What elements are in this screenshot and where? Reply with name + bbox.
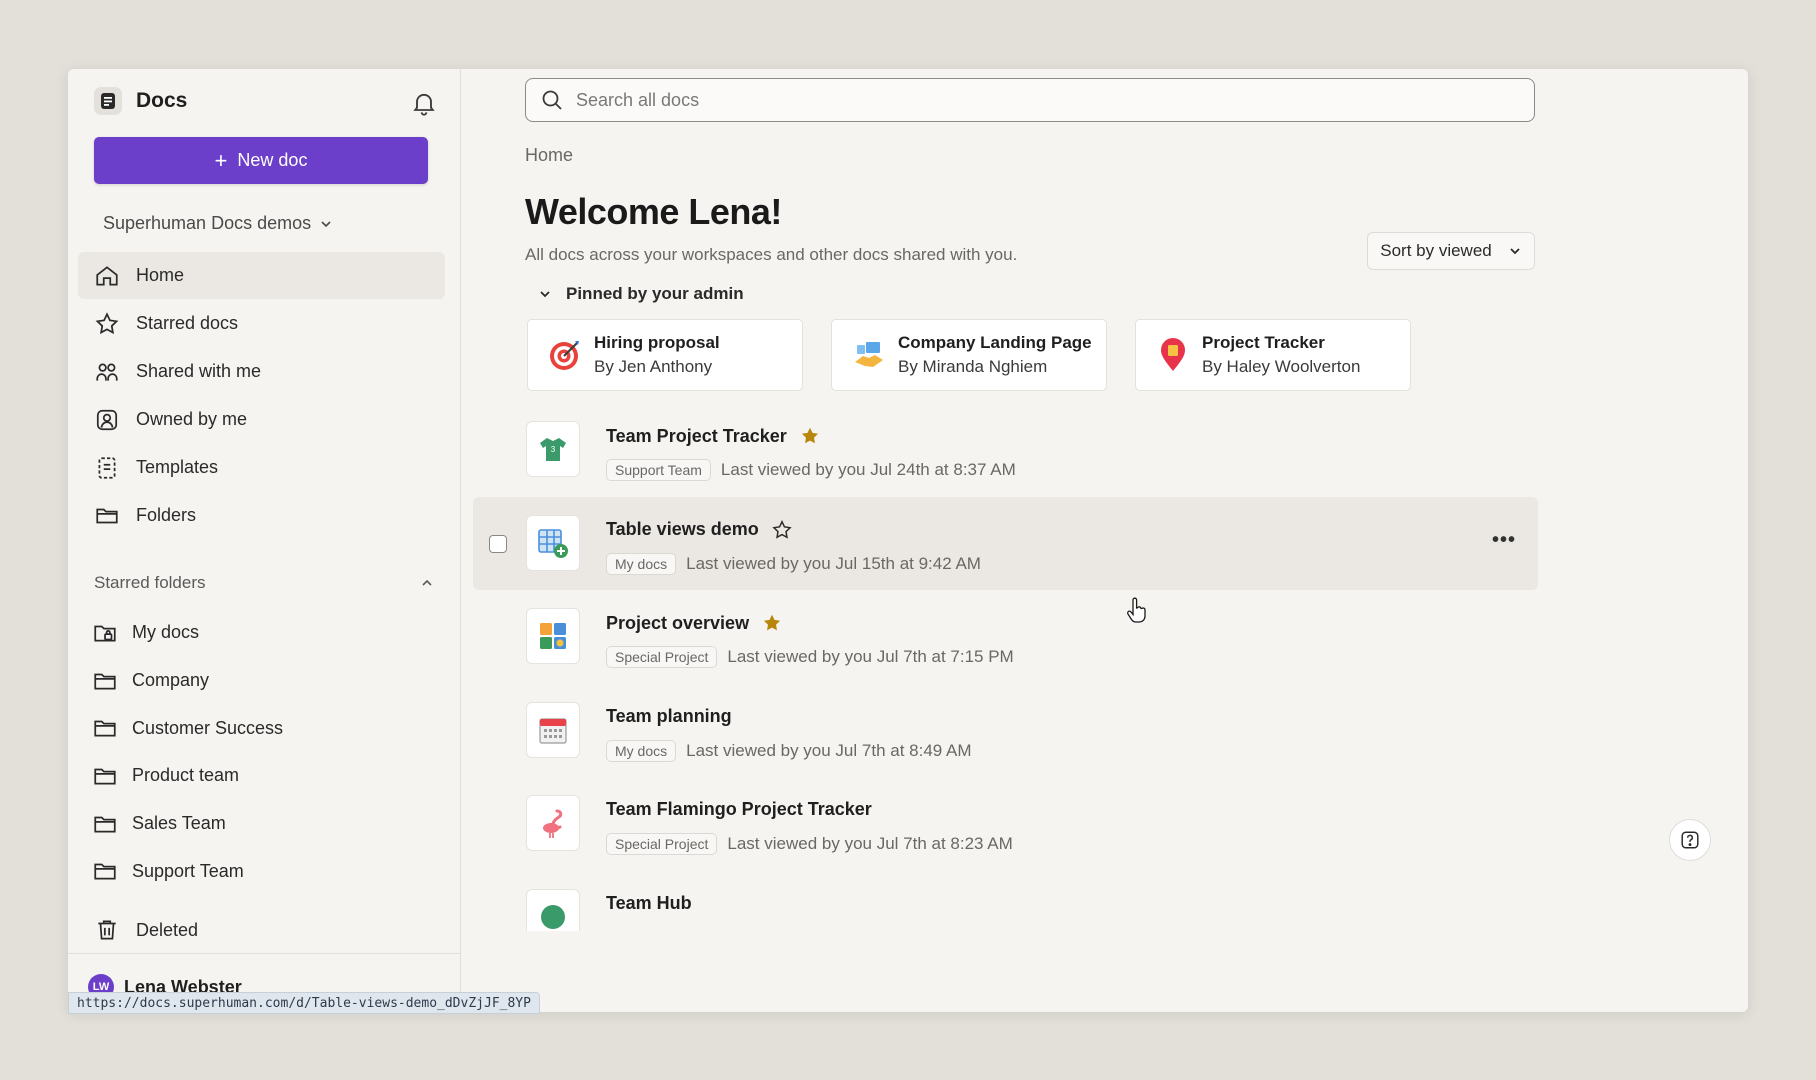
pinned-card-company-landing-page[interactable]: Company Landing Page By Miranda Nghiem [831, 319, 1107, 391]
search-input[interactable] [576, 89, 1476, 111]
main-panel: Home Welcome Lena! All docs across your … [0, 0, 1816, 1080]
chevron-down-icon [540, 291, 550, 298]
star-filled-icon[interactable] [799, 425, 821, 447]
doc-meta: Special Project Last viewed by you Jul 7… [606, 833, 1013, 855]
target-icon [550, 341, 579, 370]
doc-title-text: Project overview [606, 612, 750, 633]
svg-text:3: 3 [551, 445, 556, 454]
doc-row-team-flamingo[interactable]: Team Flamingo Project Tracker Special Pr… [473, 777, 1538, 871]
doc-thumbnail [526, 888, 580, 931]
doc-thumbnail [526, 514, 580, 571]
doc-last-viewed: Last viewed by you Jul 7th at 8:49 AM [686, 740, 972, 760]
hand-cursor-icon [1127, 597, 1146, 623]
pinned-author: By Haley Woolverton [1202, 357, 1361, 376]
page-title: Welcome Lena! [525, 191, 782, 232]
pinned-author: By Jen Anthony [594, 357, 713, 376]
doc-title-text: Team planning [606, 705, 732, 726]
doc-row-team-project-tracker[interactable]: 3 Team Project Tracker Support Team Last… [473, 403, 1538, 497]
doc-title: Team planning [606, 706, 732, 727]
breadcrumb[interactable]: Home [525, 145, 573, 166]
doc-row-team-planning[interactable]: Team planning My docs Last viewed by you… [473, 684, 1538, 778]
row-checkbox[interactable] [489, 534, 507, 553]
table-add-icon [538, 528, 568, 558]
sort-label: Sort by viewed [1380, 241, 1492, 260]
doc-last-viewed: Last viewed by you Jul 7th at 8:23 AM [727, 834, 1013, 853]
doc-title: Team Hub [606, 893, 692, 914]
pinned-card-hiring-proposal[interactable]: Hiring proposal By Jen Anthony [527, 319, 803, 391]
doc-row-team-hub[interactable]: Team Hub [473, 871, 1538, 931]
grid-icon [540, 623, 566, 649]
pinned-title: Hiring proposal [594, 333, 720, 352]
doc-title: Team Flamingo Project Tracker [606, 799, 872, 820]
doc-meta: Support Team Last viewed by you Jul 24th… [606, 459, 1016, 481]
doc-tag[interactable]: My docs [606, 552, 677, 575]
doc-row-project-overview[interactable]: Project overview Special Project Last vi… [473, 590, 1538, 684]
doc-tag[interactable]: My docs [606, 739, 677, 762]
doc-meta: My docs Last viewed by you Jul 15th at 9… [606, 552, 981, 575]
doc-title: Team Project Tracker [606, 425, 821, 447]
pinned-title: Project Tracker [1202, 333, 1325, 352]
doc-title-text: Team Project Tracker [606, 425, 787, 446]
search-bar[interactable] [525, 78, 1535, 122]
handshake-icon [855, 342, 883, 367]
doc-last-viewed: Last viewed by you Jul 7th at 7:15 PM [727, 647, 1014, 666]
doc-thumbnail: 3 [526, 421, 580, 477]
pinned-title: Company Landing Page [898, 333, 1092, 352]
star-filled-icon[interactable] [761, 612, 783, 634]
doc-title-text: Team Hub [606, 892, 692, 913]
help-icon [1681, 831, 1699, 849]
doc-title: Table views demo [606, 519, 793, 541]
doc-last-viewed: Last viewed by you Jul 15th at 9:42 AM [686, 553, 981, 573]
doc-thumbnail [526, 608, 580, 664]
pinned-card-project-tracker[interactable]: Project Tracker By Haley Woolverton [1135, 319, 1411, 391]
more-options-icon[interactable]: ••• [1492, 529, 1516, 552]
pinned-label: Pinned by your admin [566, 284, 744, 303]
doc-title: Project overview [606, 612, 783, 634]
map-pin-icon [1161, 338, 1185, 371]
pinned-cards: Hiring proposal By Jen Anthony Company L… [527, 319, 1411, 391]
search-icon [542, 90, 562, 110]
flamingo-icon [543, 809, 563, 838]
hub-icon [541, 904, 565, 929]
doc-title-text: Team Flamingo Project Tracker [606, 799, 872, 819]
doc-tag[interactable]: Special Project [606, 646, 718, 668]
doc-last-viewed: Last viewed by you Jul 24th at 8:37 AM [720, 460, 1016, 479]
doc-thumbnail [526, 795, 580, 851]
doc-meta: My docs Last viewed by you Jul 7th at 8:… [606, 739, 972, 762]
page-subtitle: All docs across your workspaces and othe… [525, 245, 1018, 264]
doc-title-text: Table views demo [606, 519, 759, 539]
pinned-section-toggle[interactable]: Pinned by your admin [538, 284, 744, 304]
doc-thumbnail [526, 701, 580, 758]
chevron-down-icon [1510, 248, 1520, 255]
help-button[interactable] [1669, 819, 1711, 861]
shirt-icon: 3 [540, 438, 566, 461]
status-url-bar: https://docs.superhuman.com/d/Table-view… [68, 992, 540, 1014]
calendar-icon [539, 717, 567, 744]
doc-list: 3 Team Project Tracker Support Team Last… [473, 403, 1538, 931]
doc-tag[interactable]: Special Project [606, 833, 718, 855]
doc-tag[interactable]: Support Team [606, 459, 711, 481]
doc-meta: Special Project Last viewed by you Jul 7… [606, 646, 1014, 668]
pinned-author: By Miranda Nghiem [898, 357, 1048, 376]
doc-row-table-views-demo[interactable]: Table views demo My docs Last viewed by … [473, 496, 1538, 590]
sort-dropdown[interactable]: Sort by viewed [1367, 232, 1535, 270]
star-outline-icon[interactable] [771, 519, 793, 541]
